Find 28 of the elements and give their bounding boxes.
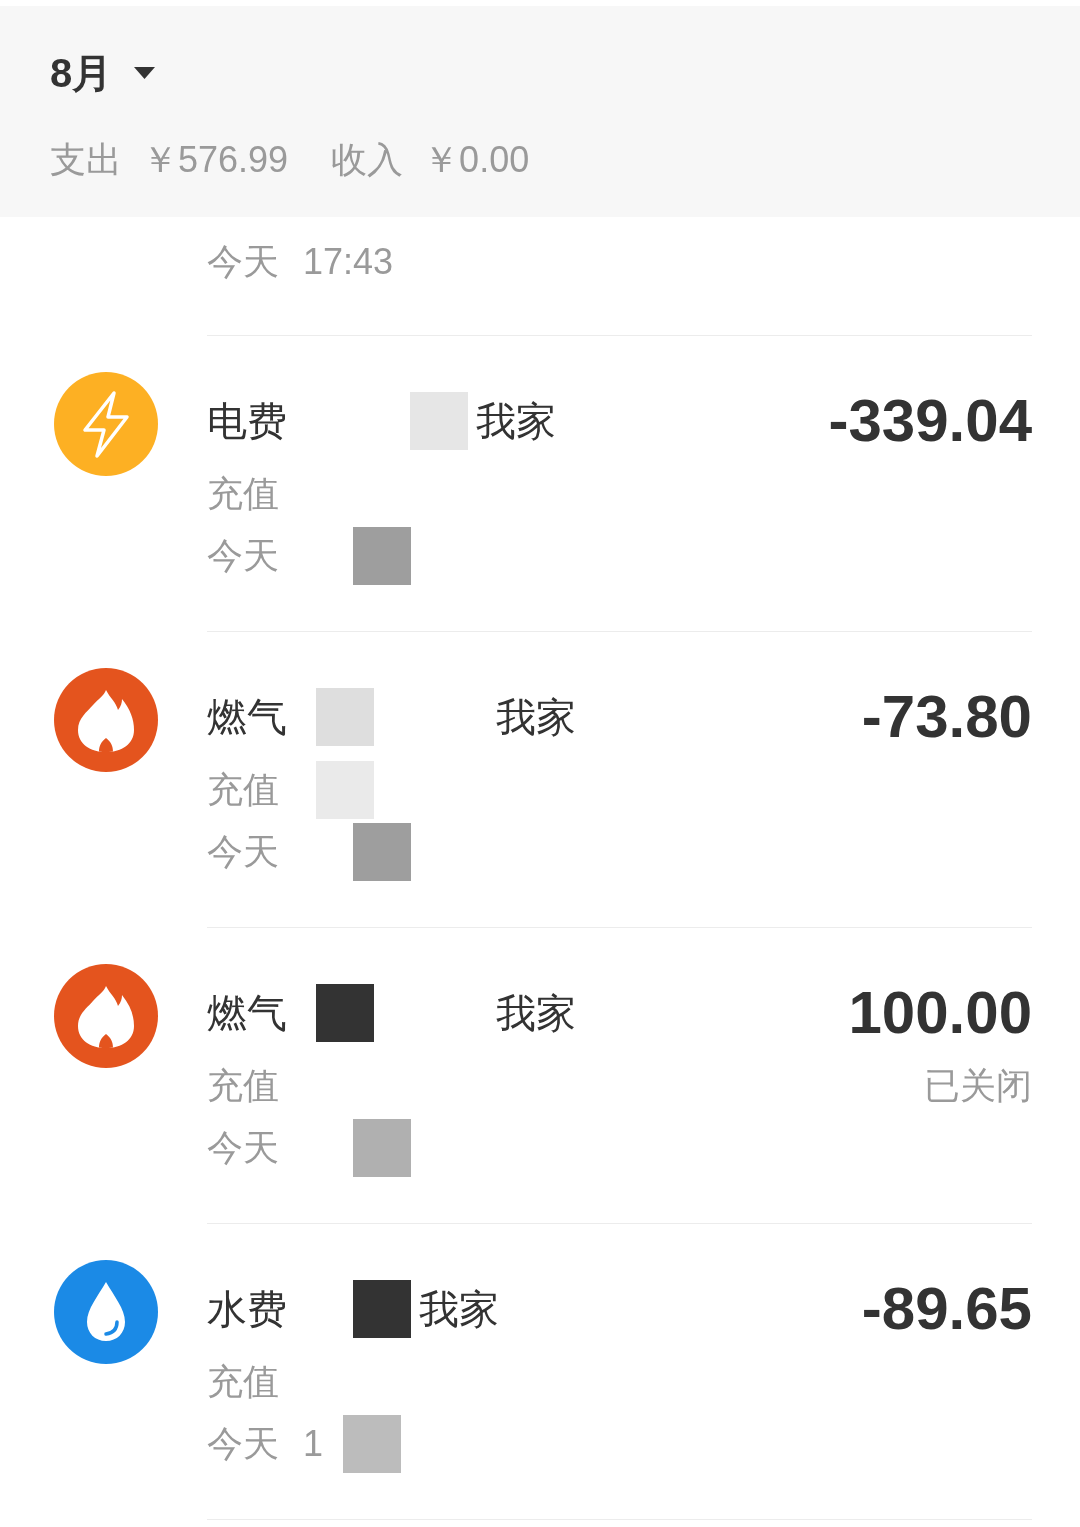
title-text: 水费 bbox=[207, 1286, 287, 1333]
title-text: 我家 bbox=[496, 694, 576, 741]
time-text: 今天 bbox=[207, 830, 279, 874]
title-text: 燃气 bbox=[207, 694, 287, 741]
title-text: 我家 bbox=[496, 990, 576, 1037]
month-dropdown[interactable]: 8月 bbox=[50, 45, 156, 101]
title-text: 我家 bbox=[476, 398, 556, 445]
stat-label: 支出 bbox=[50, 138, 122, 182]
stat-amount: ￥576.99 bbox=[142, 138, 289, 182]
amount-text: -339.04 bbox=[828, 391, 1032, 451]
amount-text: -73.80 bbox=[861, 687, 1032, 747]
caret-icon bbox=[134, 67, 156, 79]
time-text: 今天 bbox=[207, 534, 279, 578]
subtitle-text: 充值 bbox=[207, 1360, 279, 1404]
time-text: 今天 1 bbox=[207, 1422, 324, 1466]
amount-text: -89.65 bbox=[861, 1279, 1032, 1339]
subtitle-text: 充值 bbox=[207, 1064, 279, 1108]
status-text: 已关闭 bbox=[924, 1064, 1032, 1108]
amount-text: 100.00 bbox=[848, 983, 1032, 1043]
time-text: 今天 17:43 bbox=[207, 240, 394, 284]
subtitle-text: 充值 bbox=[207, 768, 279, 812]
time-text: 今天 bbox=[207, 1126, 279, 1170]
stat-label: 收入 bbox=[331, 138, 404, 182]
stat-amount: ￥0.00 bbox=[423, 138, 530, 182]
title-text: 我家 bbox=[419, 1286, 499, 1333]
title-text: 燃气 bbox=[207, 990, 287, 1037]
subtitle-text: 充值 bbox=[207, 472, 279, 516]
title-text: 电费 bbox=[207, 398, 287, 445]
